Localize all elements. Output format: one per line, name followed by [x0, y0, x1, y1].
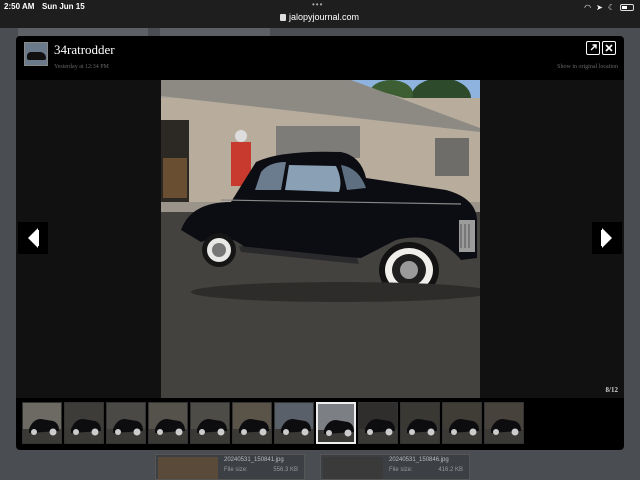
address-bar[interactable]: jalopyjournal.com: [280, 12, 359, 22]
address-url: jalopyjournal.com: [289, 12, 360, 22]
thumbnail[interactable]: [400, 402, 440, 444]
attachment-name: 20240531_150841.jpg: [224, 457, 284, 463]
post-timestamp: Yesterday at 12:34 PM: [54, 64, 109, 70]
attachment-thumb: [323, 457, 383, 479]
image-stage: 8/12: [16, 80, 624, 398]
thumbnail[interactable]: [274, 402, 314, 444]
attachment-size-label: File size:: [389, 467, 413, 473]
thumbnail-strip: [22, 402, 524, 446]
close-icon[interactable]: [602, 41, 616, 55]
image-lightbox: 34ratrodder Yesterday at 12:34 PM Show i…: [16, 36, 624, 450]
background-attachment-card: 20240531_150841.jpg File size: 556.3 KB: [155, 454, 305, 480]
thumbnail[interactable]: [22, 402, 62, 444]
next-image-button[interactable]: [592, 222, 622, 254]
thumbnail[interactable]: [442, 402, 482, 444]
attachment-size-label: File size:: [224, 467, 248, 473]
moon-icon: ☾: [607, 3, 615, 12]
thumbnail[interactable]: [106, 402, 146, 444]
attachment-thumb: [158, 457, 218, 479]
system-icons: ◠ ➤ ☾: [584, 3, 634, 12]
thumbnail[interactable]: [64, 402, 104, 444]
thumbnail[interactable]: [358, 402, 398, 444]
previous-image-button[interactable]: [18, 222, 48, 254]
thumbnail[interactable]: [484, 402, 524, 444]
external-link-icon[interactable]: [586, 41, 600, 55]
thumbnail[interactable]: [316, 402, 356, 444]
arrow-right-icon: [601, 228, 612, 248]
location-icon: ➤: [596, 3, 603, 12]
attachment-size: 556.3 KB: [273, 467, 298, 473]
multitask-dots[interactable]: •••: [312, 0, 323, 9]
background-strip: [160, 28, 270, 36]
show-original-link[interactable]: Show in original location: [557, 64, 618, 70]
attachment-name: 20240531_150846.jpg: [389, 457, 449, 463]
thumbnail[interactable]: [190, 402, 230, 444]
status-time: 2:50 AM: [4, 2, 35, 11]
thumbnail[interactable]: [148, 402, 188, 444]
arrow-left-icon: [28, 228, 39, 248]
battery-icon: [620, 4, 634, 11]
status-bar: 2:50 AM Sun Jun 15 ••• jalopyjournal.com…: [0, 0, 640, 28]
main-photo[interactable]: [161, 80, 480, 398]
thumbnail[interactable]: [232, 402, 272, 444]
background-attachment-card: 20240531_150846.jpg File size: 416.2 KB: [320, 454, 470, 480]
image-counter: 8/12: [605, 386, 618, 394]
lock-icon: [280, 13, 286, 21]
background-strip: [18, 28, 148, 36]
wifi-icon: ◠: [584, 3, 592, 12]
username[interactable]: 34ratrodder: [54, 42, 115, 58]
avatar[interactable]: [24, 42, 48, 66]
attachment-size: 416.2 KB: [438, 467, 463, 473]
status-date: Sun Jun 15: [42, 2, 85, 11]
